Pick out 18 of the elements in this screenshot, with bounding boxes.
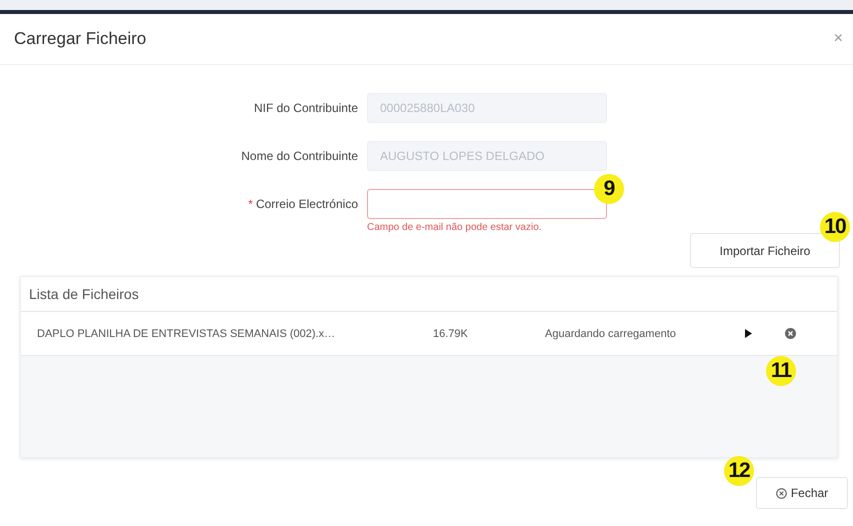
file-size: 16.79K xyxy=(433,328,469,340)
play-icon[interactable] xyxy=(745,329,752,338)
remove-icon[interactable] xyxy=(785,328,796,339)
close-circle-icon xyxy=(776,488,787,498)
field-label: * Correio Electrónico xyxy=(247,197,358,211)
file-status: Aguardando carregamento xyxy=(545,328,677,340)
close-dialog-button[interactable]: Fechar xyxy=(756,477,848,509)
panel-title: Lista de Ficheiros xyxy=(29,286,139,302)
callout-number: 10 xyxy=(820,212,850,242)
callout-number: 12 xyxy=(724,456,754,486)
import-button[interactable]: Importar Ficheiro xyxy=(690,233,840,268)
field-label: Nome do Contribuinte xyxy=(240,149,358,163)
error-message: Campo de e-mail não pode estar vazio. xyxy=(367,222,542,233)
file-name: DAPLO PLANILHA DE ENTREVISTAS SEMANAIS (002).x… xyxy=(37,328,336,340)
field-label: NIF do Contribuinte xyxy=(252,101,358,115)
close-button[interactable]: × xyxy=(834,30,843,48)
dialog-title: Carregar Ficheiro xyxy=(14,29,146,49)
callout-number: 9 xyxy=(594,174,624,204)
